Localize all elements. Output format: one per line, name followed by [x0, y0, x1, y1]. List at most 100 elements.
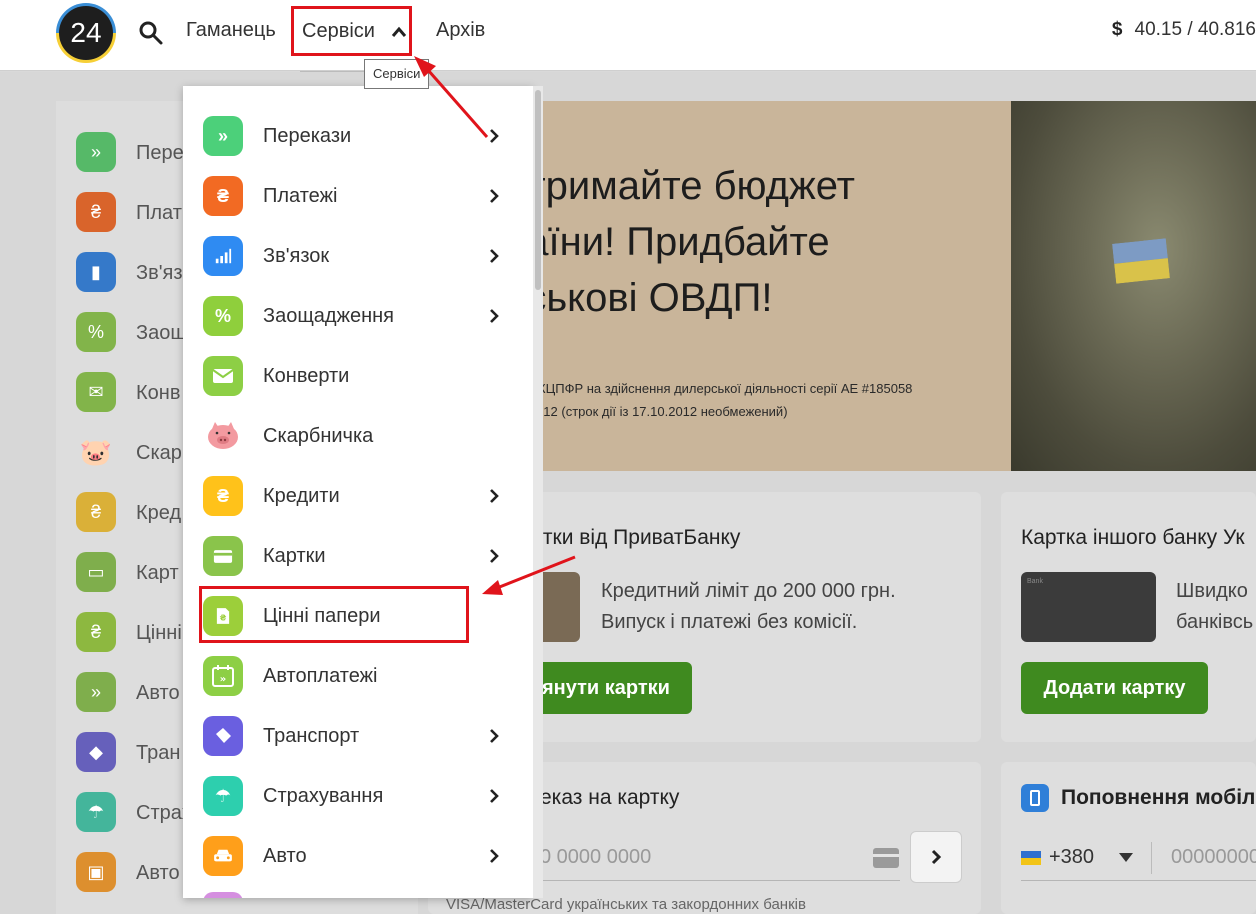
country-code[interactable]: +380	[1049, 846, 1094, 869]
money-bag-icon: ₴	[76, 492, 116, 532]
phone-number-input[interactable]: 00000000	[1171, 846, 1256, 869]
card-scan-icon[interactable]	[873, 848, 899, 868]
nav-wallet[interactable]: Гаманець	[186, 19, 276, 42]
chevron-right-icon	[490, 309, 499, 323]
menu-scrollbar[interactable]	[533, 86, 543, 898]
menu-item-label: Заощадження	[263, 305, 394, 327]
menu-item-piggy-bank[interactable]: Скарбничка	[183, 406, 533, 466]
securities-icon: ₴	[76, 612, 116, 652]
double-chevron-icon: »	[76, 132, 116, 172]
menu-item-label: Перекази	[263, 125, 352, 147]
hryvnia-icon: ₴	[203, 176, 243, 216]
ukraine-flag-patch	[1112, 238, 1170, 284]
sidebar-item-label: Тран	[136, 742, 181, 764]
menu-item-label: Картки	[263, 545, 326, 567]
sidebar-item-label: Заощ	[136, 322, 187, 344]
chevron-right-icon	[490, 129, 499, 143]
car-icon	[203, 836, 243, 876]
scrollbar-thumb[interactable]	[535, 90, 541, 290]
search-icon[interactable]	[138, 20, 164, 46]
chevron-right-icon	[490, 189, 499, 203]
sidebar-item-label: Зв'яз	[136, 262, 183, 284]
banner-license-note: я НКЦПФР на здійснення дилерської діяльн…	[518, 381, 913, 419]
chevron-right-icon	[490, 849, 499, 863]
menu-item-autopayments[interactable]: » Автоплатежі	[183, 646, 533, 706]
menu-item-label: Транспорт	[263, 725, 360, 747]
exchange-rate: $40.15 / 40.816	[1112, 19, 1256, 41]
other-bank-title: Картка іншого банку Ук	[1021, 526, 1245, 549]
sidebar-item-label: Карт	[136, 562, 179, 584]
menu-item-label: Автоплатежі	[263, 665, 378, 687]
chevron-right-icon	[931, 849, 942, 865]
menu-item-label: Авто	[263, 845, 307, 867]
card-icon	[203, 536, 243, 576]
menu-item-label: Страхування	[263, 785, 384, 807]
menu-item-auto[interactable]: Авто	[183, 826, 533, 886]
menu-item-envelopes[interactable]: Конверти	[183, 346, 533, 406]
double-chevron-icon: »	[203, 116, 243, 156]
soldier-photo	[1011, 101, 1256, 471]
chevron-right-icon	[490, 249, 499, 263]
menu-item-credits[interactable]: ₴ Кредити	[183, 466, 533, 526]
menu-item-payments[interactable]: ₴ Платежі	[183, 166, 533, 226]
umbrella-icon: ☂	[203, 776, 243, 816]
calendar-icon: »	[76, 672, 116, 712]
card-brand: Bank	[1027, 578, 1043, 585]
nav-services-label: Сервіси	[302, 20, 375, 42]
card-icon: ▭	[76, 552, 116, 592]
menu-item-transport[interactable]: Транспорт	[183, 706, 533, 766]
percent-icon: %	[76, 312, 116, 352]
piggy-bank-icon: 🐷	[79, 436, 113, 467]
envelope-icon: ✉	[76, 372, 116, 412]
money-bag-icon: ₴	[203, 476, 243, 516]
transfer-footer: VISA/MasterCard українських та закордонн…	[446, 896, 806, 913]
menu-item-label: Конверти	[263, 365, 350, 387]
input-underline	[1021, 880, 1256, 881]
services-tooltip: Сервіси	[364, 59, 430, 89]
rate-value: 40.15 / 40.816	[1134, 19, 1256, 40]
ticket-icon	[203, 716, 243, 756]
menu-item-label: Скарбничка	[263, 425, 374, 447]
menu-item-connection[interactable]: Зв'язок	[183, 226, 533, 286]
transfer-next-button[interactable]	[910, 831, 962, 883]
phone-icon	[1021, 784, 1049, 812]
chevron-right-icon	[490, 729, 499, 743]
chevron-right-icon	[490, 549, 499, 563]
chevron-up-icon	[391, 26, 407, 37]
sidebar-item-label: Скар	[136, 442, 182, 464]
menu-item-savings[interactable]: % Заощадження	[183, 286, 533, 346]
ukraine-flag-icon	[1021, 851, 1041, 865]
sidebar-item-label: Цінні	[136, 622, 182, 644]
menu-item-label: Платежі	[263, 185, 338, 207]
ticket-icon: ◆	[76, 732, 116, 772]
mobile-topup-title: Поповнення мобіль	[1061, 786, 1256, 809]
other-bank-card-image: Bank	[1021, 572, 1156, 642]
logo-text: 24	[59, 6, 113, 60]
umbrella-icon: ☂	[76, 792, 116, 832]
menu-item-partial-icon	[203, 892, 243, 898]
dollar-icon: $	[1111, 19, 1123, 40]
card-number-input[interactable]: 0 0000 0000	[540, 846, 651, 869]
privat24-logo[interactable]: 24	[56, 3, 116, 63]
sidebar-item-label: Пере	[136, 142, 184, 164]
menu-item-transfers[interactable]: » Перекази	[183, 106, 533, 166]
sidebar-item-label: Авто	[136, 682, 180, 704]
svg-text:»: »	[220, 674, 226, 685]
privat-cards-title: артки від ПриватБанку	[520, 526, 741, 549]
sidebar-item-label: Авто	[136, 862, 180, 884]
get-cards-button[interactable]: янути картки	[520, 662, 692, 714]
calendar-icon: »	[203, 656, 243, 696]
caret-down-icon[interactable]	[1119, 853, 1133, 862]
banner-title: дтримайте бюджет раїни! Придбайте йськов…	[504, 164, 855, 320]
menu-item-cards[interactable]: Картки	[183, 526, 533, 586]
nav-archive[interactable]: Архів	[436, 19, 485, 42]
promo-banner[interactable]: дтримайте бюджет раїни! Придбайте йськов…	[418, 101, 1256, 471]
transfer-title: еказ на картку	[540, 786, 680, 809]
highlight-box-securities	[199, 586, 469, 643]
add-card-button[interactable]: Додати картку	[1021, 662, 1208, 714]
divider	[1151, 842, 1152, 874]
envelope-icon	[203, 356, 243, 396]
sidebar-item-label: Конв	[136, 382, 181, 404]
menu-item-insurance[interactable]: ☂ Страхування	[183, 766, 533, 826]
nav-services[interactable]: Сервіси	[291, 6, 412, 56]
